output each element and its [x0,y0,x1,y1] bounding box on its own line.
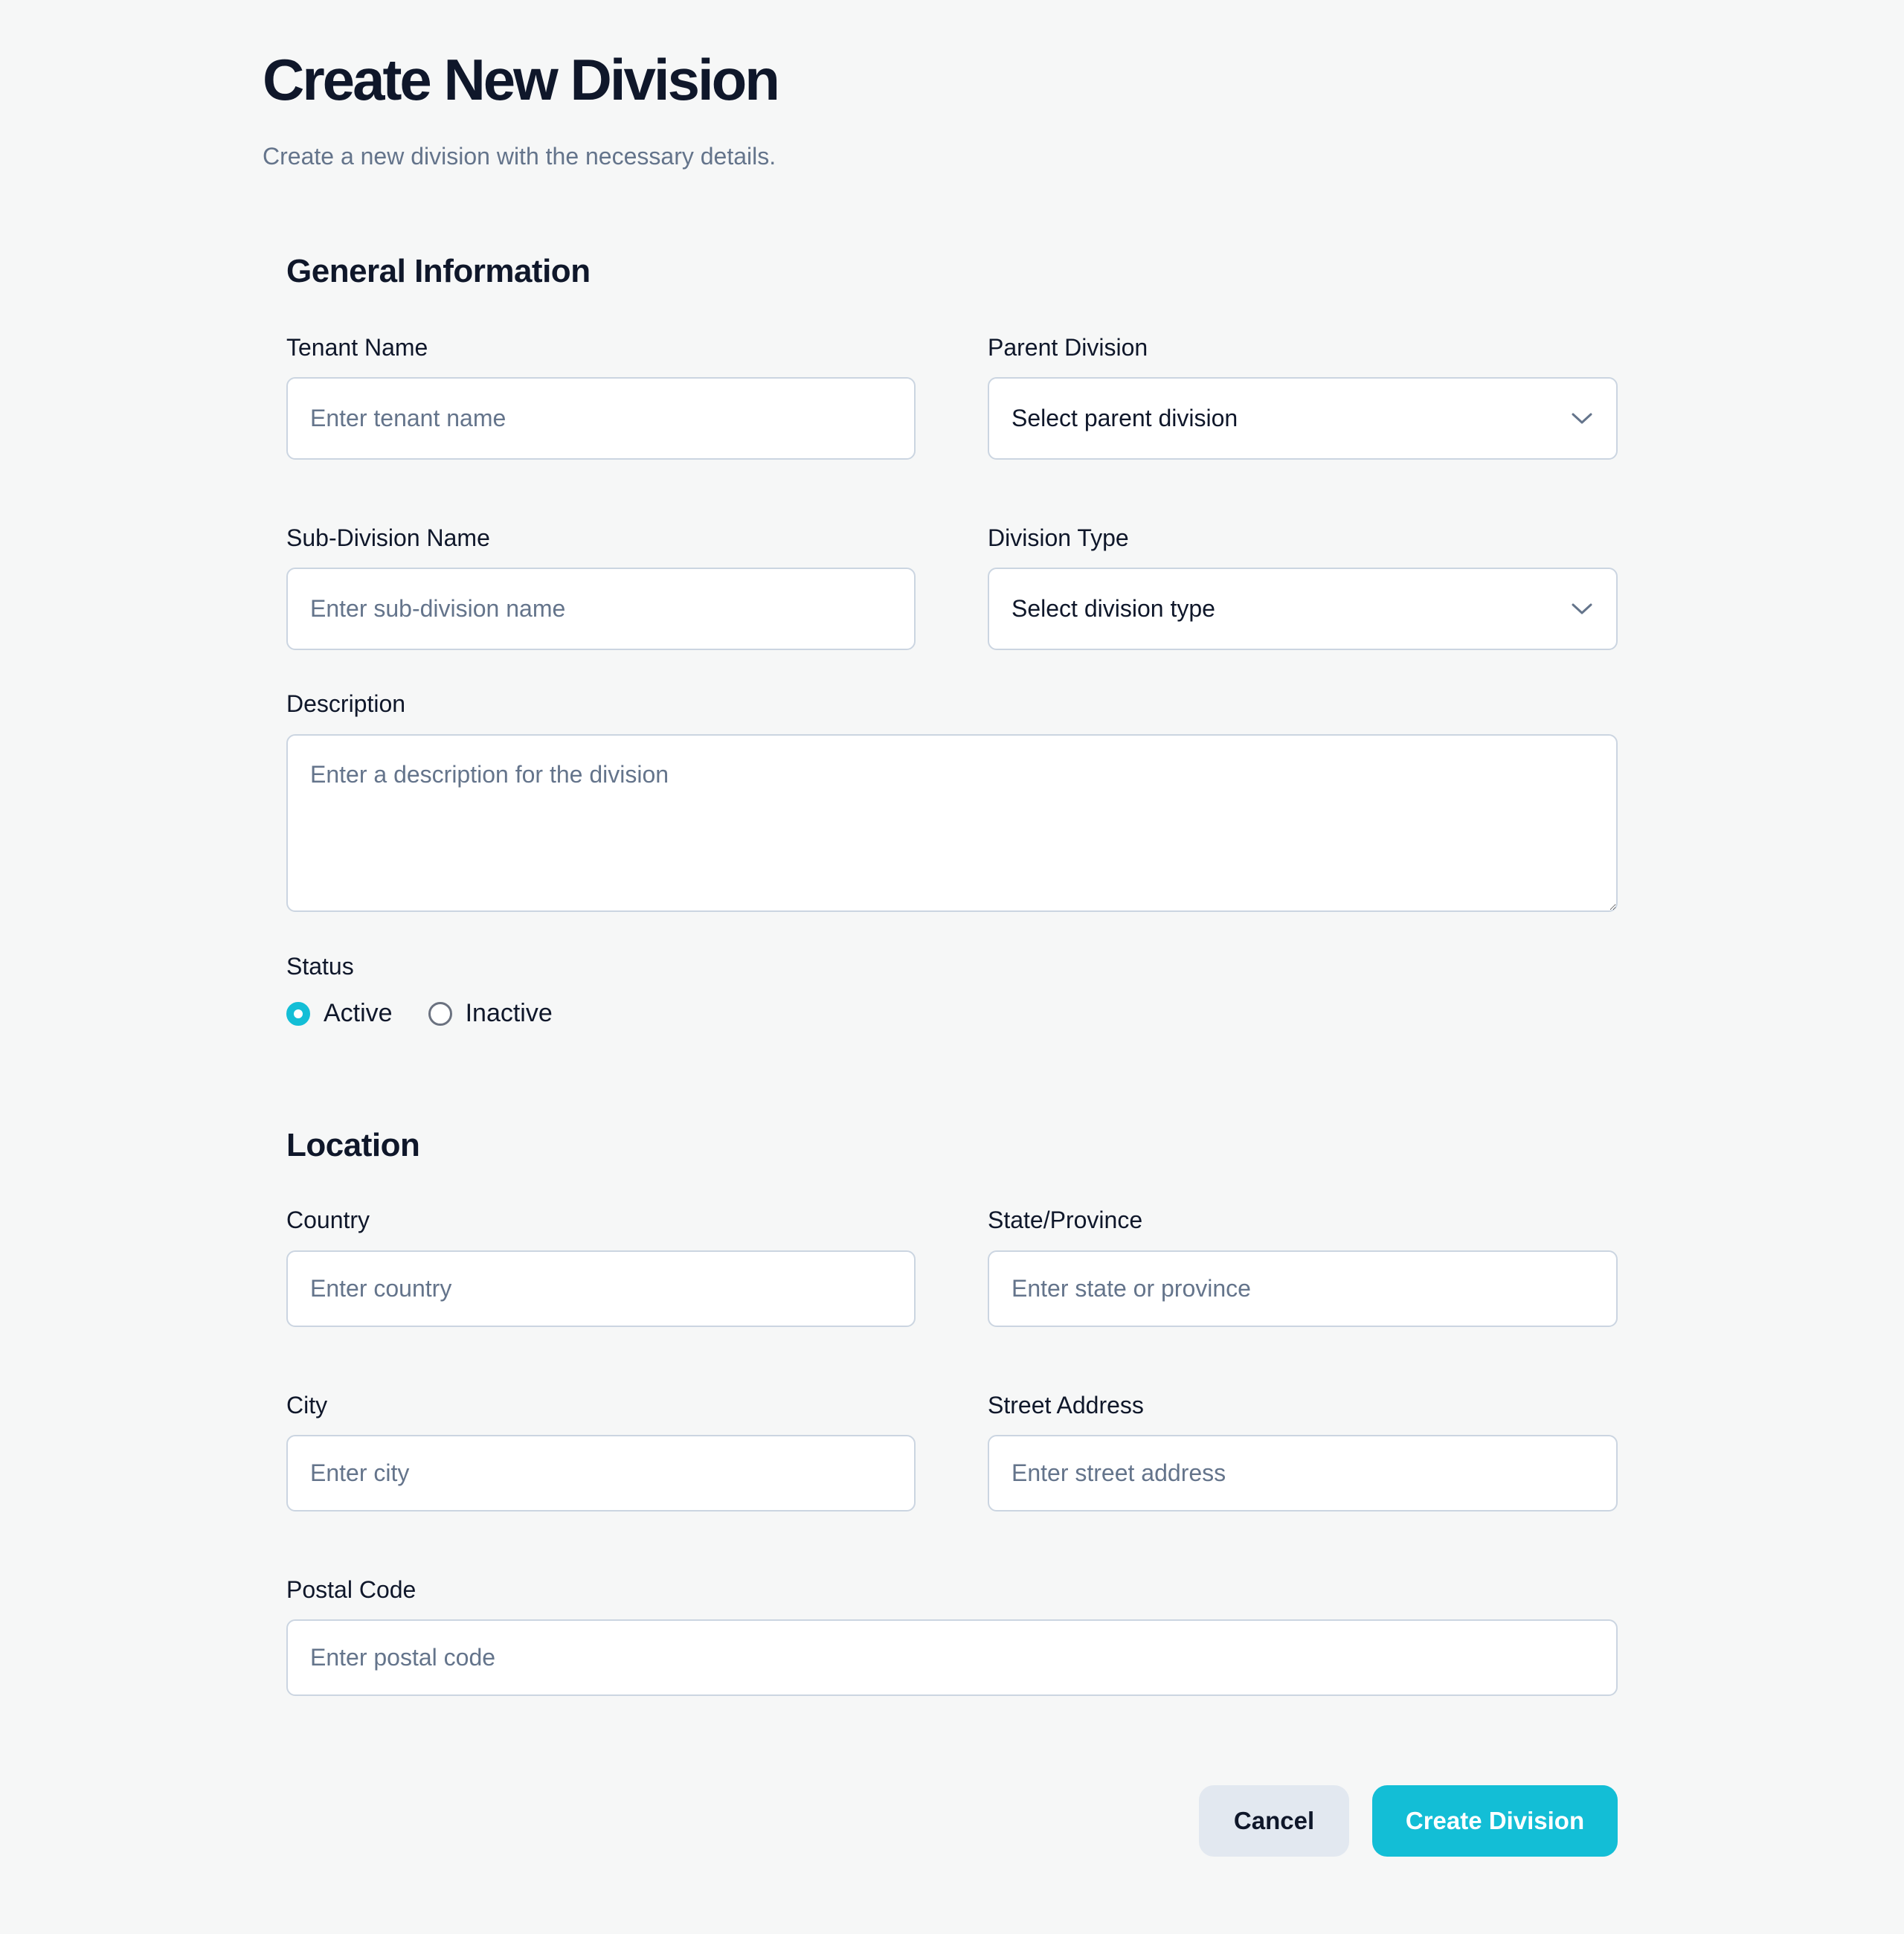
description-label: Description [286,690,406,717]
country-label: Country [286,1207,370,1233]
street-address-input[interactable] [988,1435,1618,1511]
city-input[interactable] [286,1435,916,1511]
page-title: Create New Division [263,47,780,112]
chevron-down-icon [1572,603,1592,614]
country-input[interactable] [286,1250,916,1327]
chevron-down-icon [1572,413,1592,423]
parent-division-select[interactable]: Select parent division [988,377,1618,460]
parent-division-label: Parent Division [988,334,1148,361]
status-inactive-radio[interactable]: Inactive [428,999,553,1028]
status-label: Status [286,953,354,980]
state-label: State/Province [988,1207,1143,1233]
sub-division-name-label: Sub-Division Name [286,524,490,551]
radio-unselected-icon [428,1001,452,1026]
postal-code-input[interactable] [286,1619,1618,1696]
section-heading-location: Location [286,1127,420,1163]
create-division-button[interactable]: Create Division [1372,1785,1618,1857]
city-label: City [286,1392,328,1419]
tenant-name-input[interactable] [286,377,916,460]
cancel-button[interactable]: Cancel [1199,1785,1349,1857]
tenant-name-label: Tenant Name [286,334,428,361]
page-subtitle: Create a new division with the necessary… [263,143,776,170]
radio-selected-icon [286,1001,310,1026]
status-active-label: Active [324,999,393,1027]
status-active-radio[interactable]: Active [286,999,393,1028]
description-textarea[interactable] [286,734,1618,912]
division-type-value: Select division type [1012,595,1215,622]
sub-division-name-input[interactable] [286,568,916,650]
division-type-label: Division Type [988,524,1129,551]
parent-division-value: Select parent division [1012,405,1238,431]
postal-code-label: Postal Code [286,1576,416,1603]
section-heading-general: General Information [286,253,591,289]
state-input[interactable] [988,1250,1618,1327]
division-type-select[interactable]: Select division type [988,568,1618,650]
status-radio-group: Active Inactive [286,999,553,1028]
status-inactive-label: Inactive [465,999,553,1027]
street-address-label: Street Address [988,1392,1144,1419]
